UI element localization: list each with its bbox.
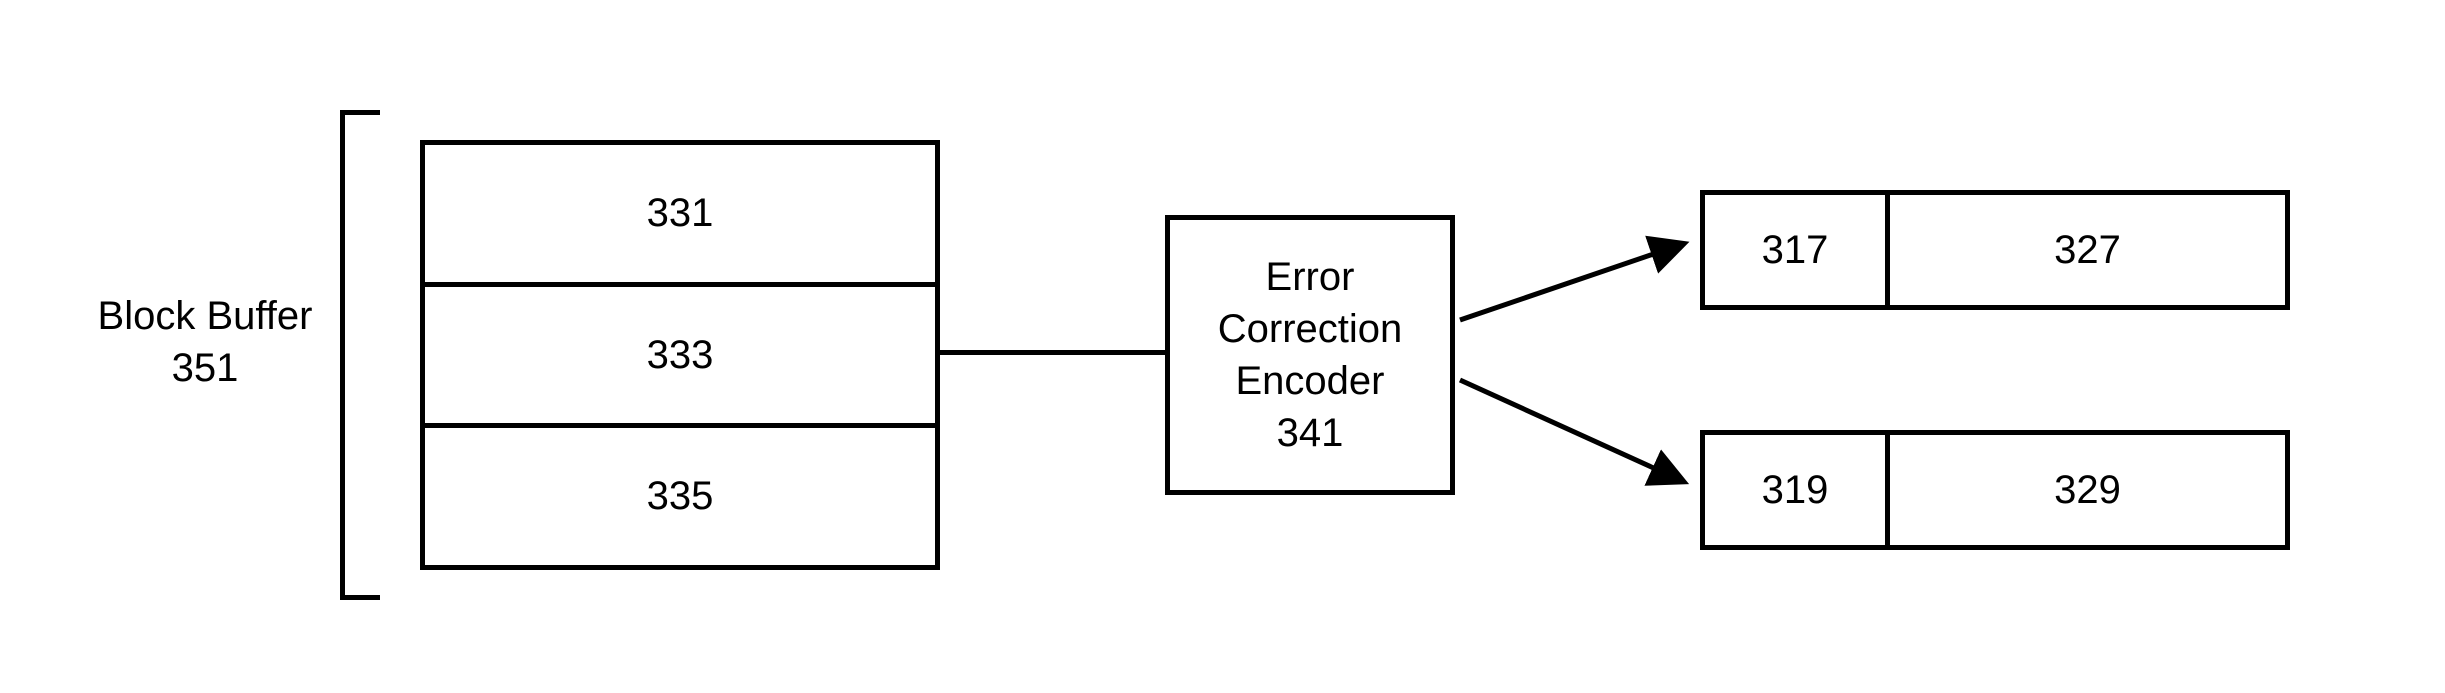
encoder-text-line: Encoder bbox=[1236, 355, 1385, 407]
connector-line bbox=[940, 350, 1165, 355]
output-bottom-box: 319 329 bbox=[1700, 430, 2290, 550]
output-top-right-cell: 327 bbox=[1890, 190, 2290, 310]
buffer-row-value: 331 bbox=[647, 191, 714, 236]
encoder-text-line: Error bbox=[1266, 251, 1355, 303]
buffer-row-value: 335 bbox=[647, 474, 714, 519]
block-buffer-label-num: 351 bbox=[172, 346, 239, 390]
output-cell-value: 327 bbox=[2054, 228, 2121, 273]
block-buffer-box: 331 333 335 bbox=[420, 140, 940, 570]
output-cell-value: 329 bbox=[2054, 468, 2121, 513]
block-buffer-label-text: Block Buffer bbox=[98, 294, 313, 338]
output-cell-value: 319 bbox=[1762, 468, 1829, 513]
buffer-row: 335 bbox=[425, 428, 935, 565]
block-buffer-label: Block Buffer 351 bbox=[80, 290, 330, 394]
arrows-svg bbox=[1455, 190, 1715, 550]
buffer-row-value: 333 bbox=[647, 333, 714, 378]
output-cell-value: 317 bbox=[1762, 228, 1829, 273]
output-bottom-right-cell: 329 bbox=[1890, 430, 2290, 550]
encoder-box: Error Correction Encoder 341 bbox=[1165, 215, 1455, 495]
output-top-left-cell: 317 bbox=[1700, 190, 1890, 310]
encoder-text-line: 341 bbox=[1277, 407, 1344, 459]
encoder-text-line: Correction bbox=[1218, 303, 1403, 355]
block-buffer-bracket bbox=[340, 110, 380, 600]
output-top-box: 317 327 bbox=[1700, 190, 2290, 310]
output-bottom-left-cell: 319 bbox=[1700, 430, 1890, 550]
buffer-row: 331 bbox=[425, 145, 935, 287]
buffer-row: 333 bbox=[425, 287, 935, 429]
